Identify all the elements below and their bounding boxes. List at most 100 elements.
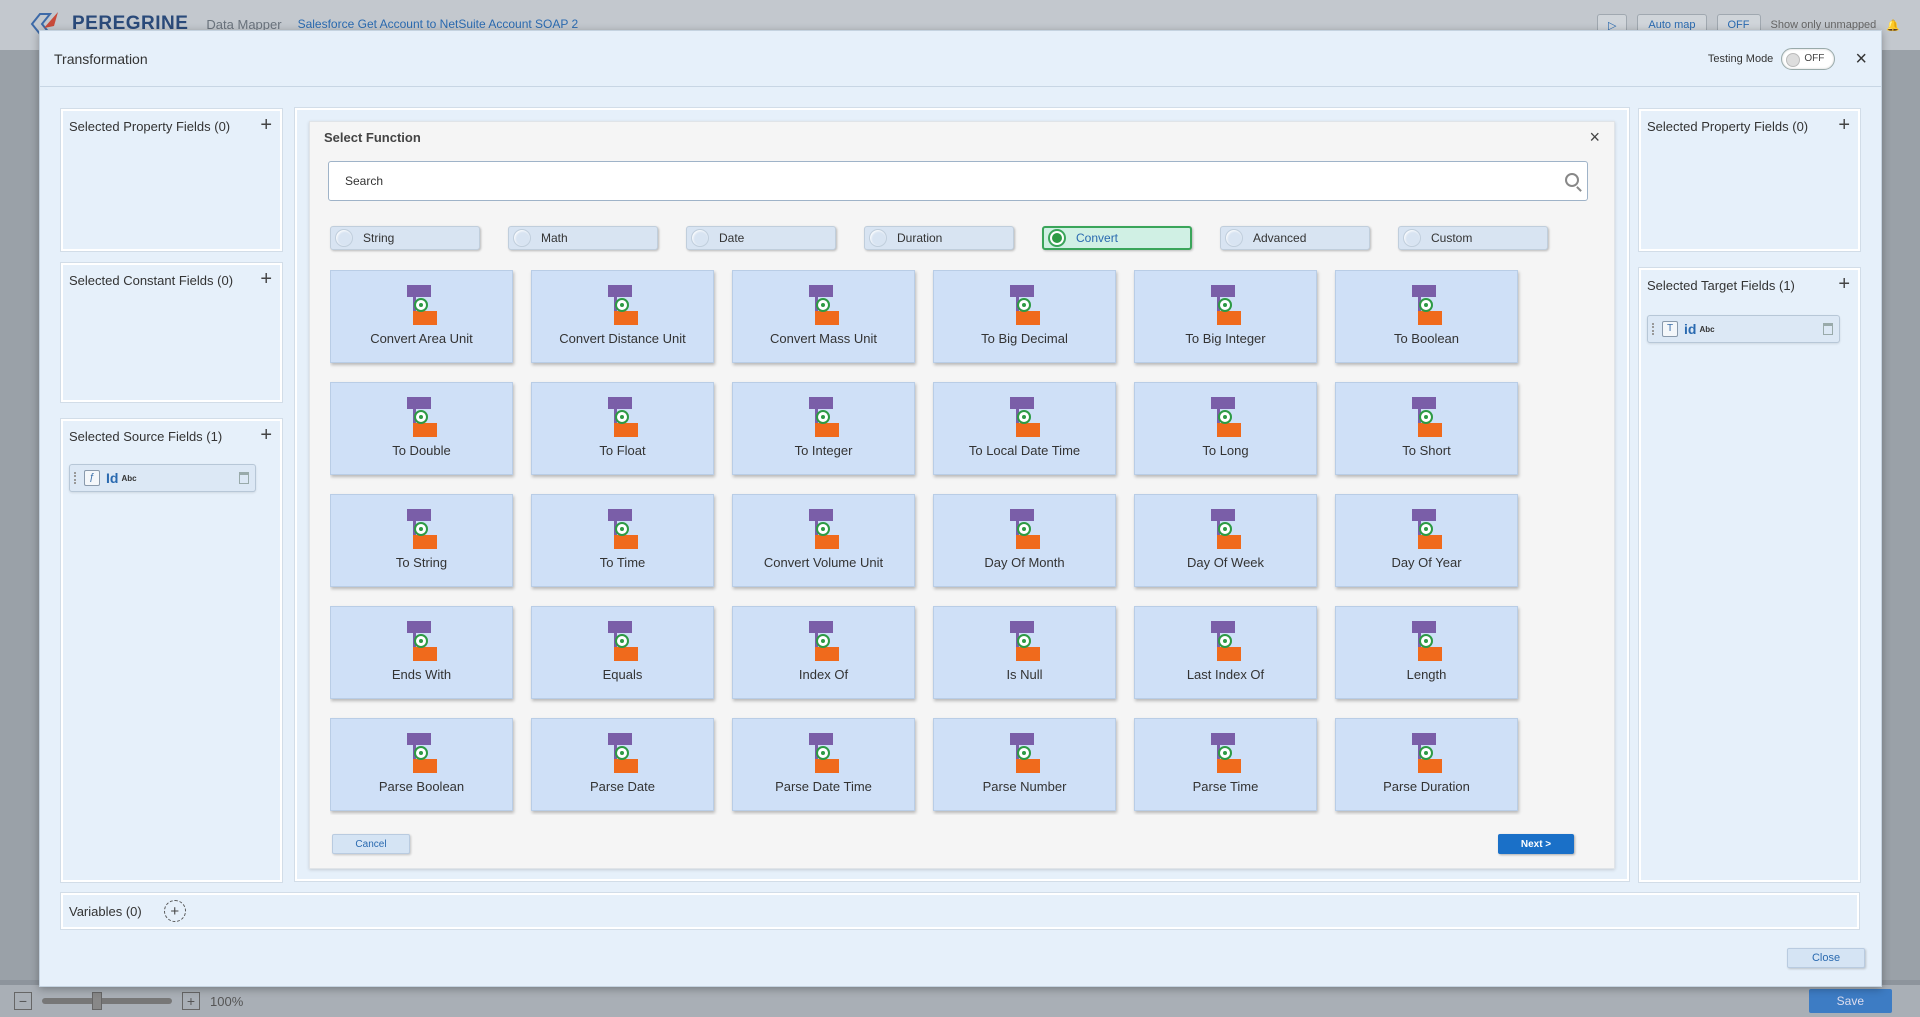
function-tile[interactable]: To Float — [531, 382, 714, 475]
radio-icon — [691, 229, 709, 247]
function-label: To Long — [1202, 443, 1249, 458]
save-button[interactable]: Save — [1808, 989, 1892, 1013]
drag-handle-icon[interactable] — [74, 472, 78, 484]
convert-function-icon — [1210, 509, 1241, 553]
function-label: Convert Distance Unit — [559, 331, 686, 346]
function-label: Last Index Of — [1186, 667, 1265, 682]
convert-function-icon — [607, 285, 638, 329]
left-property-fields-panel: Selected Property Fields (0) + — [61, 109, 282, 251]
trash-icon[interactable] — [239, 472, 249, 484]
function-tile[interactable]: To Big Decimal — [933, 270, 1116, 363]
function-tile[interactable]: To Short — [1335, 382, 1518, 475]
panel-title: Selected Constant Fields (0) — [69, 273, 234, 288]
convert-function-icon — [1411, 733, 1442, 777]
function-tile[interactable]: Equals — [531, 606, 714, 699]
category-advanced[interactable]: Advanced — [1220, 226, 1370, 250]
close-icon[interactable]: × — [1855, 49, 1867, 69]
function-tile[interactable]: Parse Date Time — [732, 718, 915, 811]
panel-title: Selected Property Fields (0) — [1647, 119, 1809, 134]
function-tile[interactable]: To Time — [531, 494, 714, 587]
testing-mode-toggle[interactable]: OFF — [1781, 47, 1836, 70]
category-math[interactable]: Math — [508, 226, 658, 250]
category-custom[interactable]: Custom — [1398, 226, 1548, 250]
function-field-icon: ƒ — [84, 470, 100, 486]
function-tile[interactable]: Last Index Of — [1134, 606, 1317, 699]
category-string[interactable]: String — [330, 226, 480, 250]
function-label: To Big Decimal — [981, 331, 1068, 346]
function-tile[interactable]: Day Of Year — [1335, 494, 1518, 587]
add-icon[interactable]: + — [260, 425, 272, 445]
category-duration[interactable]: Duration — [864, 226, 1014, 250]
function-tile[interactable]: Ends With — [330, 606, 513, 699]
function-label: Index Of — [798, 667, 849, 682]
close-button[interactable]: Close — [1787, 948, 1865, 968]
convert-function-icon — [808, 733, 839, 777]
target-field-item[interactable]: T id Abc — [1647, 315, 1840, 343]
function-tile[interactable]: To Big Integer — [1134, 270, 1317, 363]
function-label: Day Of Year — [1391, 555, 1462, 570]
function-tile[interactable]: Convert Volume Unit — [732, 494, 915, 587]
flow-name[interactable]: Salesforce Get Account to NetSuite Accou… — [298, 17, 579, 31]
add-icon[interactable]: + — [1838, 115, 1850, 135]
background-left-panel — [0, 50, 40, 980]
function-tile[interactable]: To Boolean — [1335, 270, 1518, 363]
app-footer: − + 100% Save — [0, 985, 1920, 1017]
convert-function-icon — [1411, 285, 1442, 329]
convert-function-icon — [406, 621, 437, 665]
function-label: Convert Mass Unit — [770, 331, 877, 346]
category-date[interactable]: Date — [686, 226, 836, 250]
function-tile[interactable]: Parse Boolean — [330, 718, 513, 811]
add-icon[interactable]: + — [260, 115, 272, 135]
function-tile[interactable]: Length — [1335, 606, 1518, 699]
modal-title: Transformation — [54, 50, 148, 67]
search-input[interactable]: Search — [328, 161, 1588, 201]
function-label: Day Of Week — [1186, 555, 1265, 570]
radio-icon — [513, 229, 531, 247]
cancel-button[interactable]: Cancel — [332, 834, 410, 854]
convert-function-icon — [607, 509, 638, 553]
function-tile[interactable]: Convert Distance Unit — [531, 270, 714, 363]
function-tile[interactable]: Parse Number — [933, 718, 1116, 811]
function-tile[interactable]: Day Of Week — [1134, 494, 1317, 587]
next-button[interactable]: Next > — [1498, 834, 1574, 854]
convert-function-icon — [607, 397, 638, 441]
function-tile[interactable]: Parse Time — [1134, 718, 1317, 811]
add-icon[interactable]: + — [1838, 274, 1850, 294]
convert-function-icon — [1210, 285, 1241, 329]
testing-mode: Testing Mode OFF × — [1708, 47, 1867, 70]
background-right-panel — [1880, 50, 1920, 980]
function-tile[interactable]: Day Of Month — [933, 494, 1116, 587]
function-tile[interactable]: Convert Area Unit — [330, 270, 513, 363]
add-variable-icon[interactable]: + — [163, 900, 186, 922]
category-convert[interactable]: Convert — [1042, 226, 1192, 250]
variables-panel: Variables (0) + — [61, 893, 1859, 929]
function-tile[interactable]: Parse Duration — [1335, 718, 1518, 811]
zoom-in-button[interactable]: + — [182, 992, 200, 1010]
function-label: Parse Date — [589, 779, 656, 794]
close-icon[interactable]: × — [1589, 128, 1600, 146]
function-tile[interactable]: To Local Date Time — [933, 382, 1116, 475]
field-name: Id — [106, 470, 119, 486]
function-label: To String — [395, 555, 448, 570]
function-tile[interactable]: Index Of — [732, 606, 915, 699]
function-tile[interactable]: Is Null — [933, 606, 1116, 699]
convert-function-icon — [1009, 733, 1040, 777]
zoom-out-button[interactable]: − — [14, 992, 32, 1010]
bell-icon[interactable]: 🔔 — [1886, 19, 1900, 32]
drag-handle-icon[interactable] — [1652, 323, 1656, 335]
zoom-control: − + 100% — [14, 992, 243, 1010]
radio-selected-icon — [1048, 229, 1066, 247]
function-tile[interactable]: To Integer — [732, 382, 915, 475]
add-icon[interactable]: + — [260, 269, 272, 289]
function-tile[interactable]: Convert Mass Unit — [732, 270, 915, 363]
trash-icon[interactable] — [1823, 323, 1833, 335]
zoom-slider[interactable] — [42, 992, 172, 1010]
function-tile[interactable]: To Long — [1134, 382, 1317, 475]
function-label: Convert Volume Unit — [763, 555, 884, 570]
function-tile[interactable]: Parse Date — [531, 718, 714, 811]
zoom-slider-thumb[interactable] — [92, 992, 102, 1010]
function-tile[interactable]: To String — [330, 494, 513, 587]
function-grid: Convert Area Unit Convert Distance Unit Co… — [330, 270, 1540, 815]
source-field-item[interactable]: ƒ Id Abc — [69, 464, 256, 492]
function-tile[interactable]: To Double — [330, 382, 513, 475]
